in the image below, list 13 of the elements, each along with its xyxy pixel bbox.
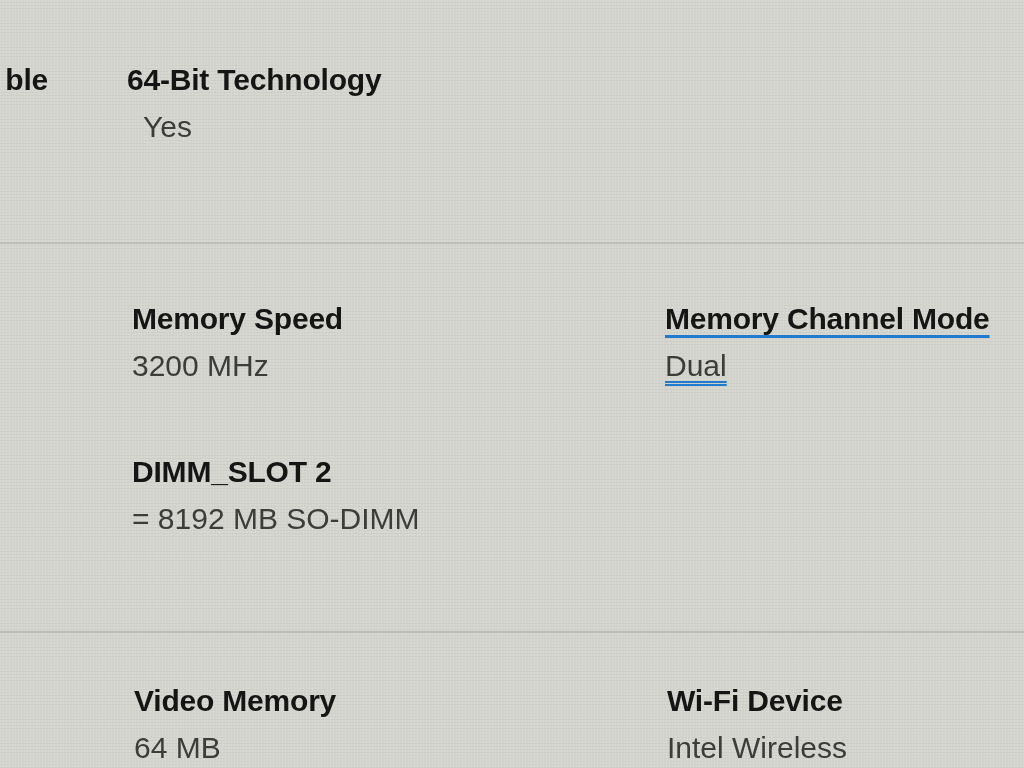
field-value: 64 MB xyxy=(134,730,221,766)
field-label: Video Memory xyxy=(134,683,337,719)
field-label: Wi-Fi Device xyxy=(667,683,843,719)
field-label: ble xyxy=(5,62,48,98)
field-value: Intel Wireless xyxy=(667,730,848,766)
field-value: Yes xyxy=(143,109,192,145)
field-value: 3200 MHz xyxy=(132,348,269,384)
field-label: Memory Speed xyxy=(132,301,343,337)
field-value: Dual xyxy=(665,348,727,384)
field-value: = 8192 MB SO-DIMM xyxy=(132,501,420,537)
field-label: DIMM_SLOT 2 xyxy=(132,454,332,490)
field-label: 64-Bit Technology xyxy=(127,62,382,98)
field-label: Memory Channel Mode xyxy=(665,301,990,337)
